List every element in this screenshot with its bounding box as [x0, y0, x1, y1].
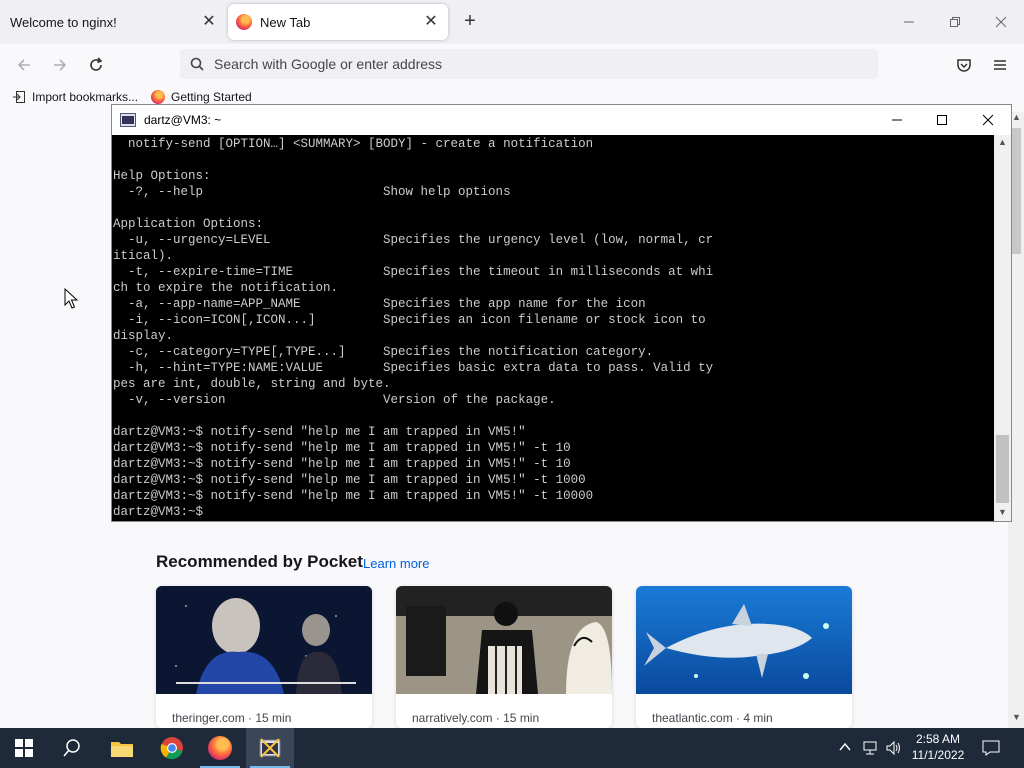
- article-source: narratively.com · 15 min: [412, 711, 540, 725]
- forward-arrow-icon[interactable]: [47, 52, 73, 78]
- close-tab-icon[interactable]: ✕: [422, 13, 440, 31]
- back-arrow-icon[interactable]: [11, 52, 37, 78]
- search-icon: [190, 57, 204, 71]
- terminal-taskbar-icon[interactable]: [246, 728, 294, 768]
- windows-start-icon[interactable]: [0, 728, 48, 768]
- tab-welcome-nginx[interactable]: Welcome to nginx! ✕: [0, 4, 226, 40]
- terminal-text: notify-send [OPTION…] <SUMMARY> [BODY] -…: [113, 137, 714, 519]
- pocket-icon[interactable]: [951, 52, 977, 78]
- terminal-scroll-thumb[interactable]: [996, 435, 1009, 503]
- import-bookmarks-item[interactable]: Import bookmarks...: [12, 90, 138, 104]
- notifications-icon[interactable]: [982, 740, 1000, 761]
- file-explorer-icon[interactable]: [98, 728, 146, 768]
- chrome-icon[interactable]: [148, 728, 196, 768]
- terminal-scrollbar[interactable]: ▲ ▼: [994, 135, 1011, 521]
- bookmark-label: Getting Started: [171, 90, 252, 104]
- clock-time: 2:58 AM: [915, 732, 961, 746]
- clock-date: 11/1/2022: [911, 748, 965, 762]
- terminal-minimize-icon[interactable]: [875, 107, 919, 133]
- close-window-icon[interactable]: [986, 8, 1016, 36]
- pocket-card[interactable]: theringer.com · 15 min: [156, 586, 372, 728]
- system-clock[interactable]: 2:58 AM 11/1/2022: [900, 731, 976, 763]
- scroll-thumb[interactable]: [1011, 128, 1021, 254]
- reload-icon[interactable]: [83, 52, 109, 78]
- tab-bar: Welcome to nginx! ✕ New Tab ✕ +: [0, 0, 1024, 44]
- search-icon[interactable]: [48, 728, 96, 768]
- getting-started-bookmark[interactable]: Getting Started: [151, 90, 252, 104]
- article-image: [156, 586, 372, 694]
- terminal-app-icon: [120, 113, 136, 127]
- learn-more-link[interactable]: Learn more: [363, 556, 429, 571]
- hamburger-menu-icon[interactable]: [987, 52, 1013, 78]
- new-tab-plus-icon[interactable]: +: [458, 10, 482, 34]
- scroll-down-arrow-icon[interactable]: ▼: [998, 507, 1007, 517]
- firefox-taskbar-icon[interactable]: [196, 728, 244, 768]
- article-source: theatlantic.com · 4 min: [652, 711, 773, 725]
- terminal-window[interactable]: dartz@VM3: ~ notify-send [OPTION…] <SUMM…: [111, 104, 1012, 522]
- tab-label: New Tab: [260, 14, 311, 30]
- firefox-icon: [208, 736, 232, 760]
- pocket-heading: Recommended by Pocket: [156, 552, 363, 571]
- network-icon[interactable]: [862, 740, 880, 761]
- restore-icon[interactable]: [940, 8, 970, 36]
- article-source: theringer.com · 15 min: [172, 711, 292, 725]
- minimize-icon[interactable]: [894, 8, 924, 36]
- terminal-maximize-icon[interactable]: [920, 107, 964, 133]
- address-bar[interactable]: Search with Google or enter address: [180, 49, 878, 79]
- close-tab-icon[interactable]: ✕: [200, 13, 218, 31]
- firefox-icon: [236, 14, 252, 30]
- scroll-down-arrow-icon[interactable]: ▼: [1012, 712, 1021, 722]
- firefox-icon: [151, 90, 165, 104]
- pocket-card[interactable]: theatlantic.com · 4 min: [636, 586, 852, 728]
- scroll-up-arrow-icon[interactable]: ▲: [1012, 112, 1021, 122]
- terminal-title: dartz@VM3: ~: [144, 113, 222, 127]
- article-image: [396, 586, 612, 694]
- bookmark-label: Import bookmarks...: [32, 90, 139, 104]
- mouse-cursor-icon: [64, 288, 78, 309]
- pocket-card[interactable]: narratively.com · 15 min: [396, 586, 612, 728]
- show-hidden-icons-chevron-icon[interactable]: [838, 740, 854, 756]
- import-icon: [13, 91, 25, 103]
- windows-taskbar: 2:58 AM 11/1/2022: [0, 728, 1024, 768]
- address-placeholder: Search with Google or enter address: [214, 56, 443, 72]
- article-image: [636, 586, 852, 694]
- scroll-up-arrow-icon[interactable]: ▲: [998, 137, 1007, 147]
- tab-new-tab[interactable]: New Tab ✕: [228, 4, 448, 40]
- terminal-close-icon[interactable]: [966, 107, 1010, 133]
- tab-label: Welcome to nginx!: [10, 14, 117, 30]
- navigation-bar: Search with Google or enter address: [0, 44, 1024, 86]
- terminal-output[interactable]: notify-send [OPTION…] <SUMMARY> [BODY] -…: [113, 136, 993, 521]
